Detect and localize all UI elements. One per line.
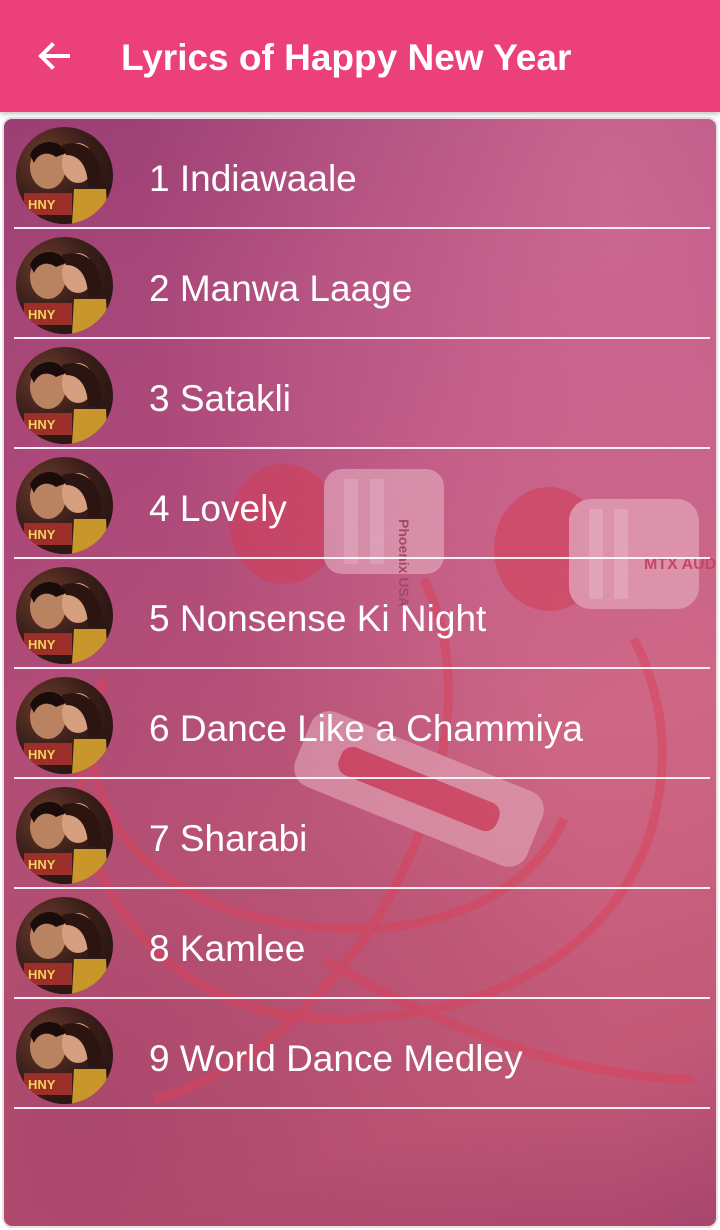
song-thumbnail: HNY [16,897,113,994]
song-title: 1 Indiawaale [149,158,357,199]
app-bar: Lyrics of Happy New Year [0,0,720,112]
song-thumbnail: HNY [16,1007,113,1104]
song-item-9[interactable]: HNY 9 World Dance Medley [4,999,716,1109]
song-item-4[interactable]: HNY 4 Lovely [4,449,716,559]
song-thumbnail: HNY [16,127,113,224]
svg-text:HNY: HNY [28,527,56,542]
song-thumbnail: HNY [16,237,113,334]
svg-text:HNY: HNY [28,637,56,652]
svg-text:HNY: HNY [28,967,56,982]
song-title: 5 Nonsense Ki Night [149,598,487,639]
song-title: 7 Sharabi [149,818,308,859]
song-list-card[interactable]: Phoenix USA MTX AUDIO HNY [2,117,718,1228]
song-thumbnail: HNY [16,457,113,554]
song-title: 3 Satakli [149,378,291,419]
svg-text:HNY: HNY [28,417,56,432]
song-thumbnail: HNY [16,567,113,664]
song-thumbnail: HNY [16,347,113,444]
song-item-3[interactable]: HNY 3 Satakli [4,339,716,449]
song-item-5[interactable]: HNY 5 Nonsense Ki Night [4,559,716,669]
svg-text:HNY: HNY [28,307,56,322]
song-thumbnail: HNY [16,677,113,774]
song-item-2[interactable]: HNY 2 Manwa Laage [4,229,716,339]
song-title: 2 Manwa Laage [149,268,413,309]
song-item-6[interactable]: HNY 6 Dance Like a Chammiya [4,669,716,779]
back-button[interactable] [22,24,86,88]
song-title: 8 Kamlee [149,928,306,969]
row-divider [14,1107,710,1109]
svg-text:HNY: HNY [28,747,56,762]
song-item-7[interactable]: HNY 7 Sharabi [4,779,716,889]
song-list: HNY 1 Indiawaale HNY 2 Manwa Laage HNY 3… [4,119,716,1109]
song-title: 4 Lovely [149,488,287,529]
song-thumbnail: HNY [16,787,113,884]
svg-text:HNY: HNY [28,1077,56,1092]
svg-text:HNY: HNY [28,197,56,212]
song-item-1[interactable]: HNY 1 Indiawaale [4,119,716,229]
arrow-back-icon [38,42,70,70]
song-item-8[interactable]: HNY 8 Kamlee [4,889,716,999]
song-title: 9 World Dance Medley [149,1038,523,1079]
svg-text:HNY: HNY [28,857,56,872]
app-title: Lyrics of Happy New Year [121,37,572,78]
song-title: 6 Dance Like a Chammiya [149,708,583,749]
